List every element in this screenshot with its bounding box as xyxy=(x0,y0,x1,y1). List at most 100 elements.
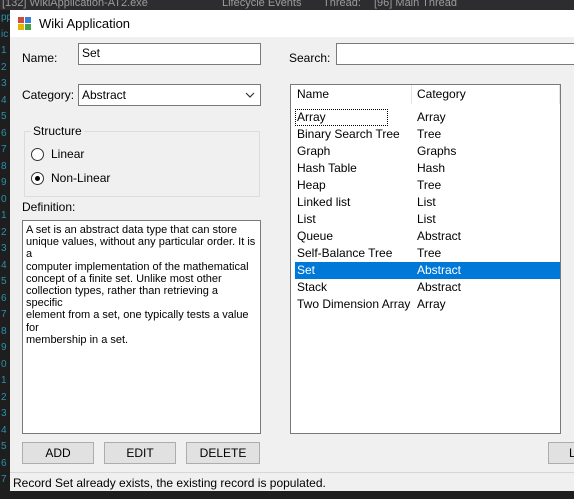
ide-line-number: 3 xyxy=(1,78,7,89)
radio-linear[interactable]: Linear xyxy=(29,146,179,162)
radio-linear-circle[interactable] xyxy=(31,148,44,161)
ide-line-number: 0 xyxy=(1,358,7,370)
ide-line-number: 4 xyxy=(1,94,7,106)
list-row[interactable]: Set Abstract xyxy=(295,262,560,279)
list-row[interactable]: Two Dimension Array Array xyxy=(291,296,560,313)
wiki-application-window: Wiki Application Name: Set Search: Categ… xyxy=(10,10,574,491)
list-row[interactable]: Graph Graphs xyxy=(291,143,560,160)
ide-line-number: 8 xyxy=(1,160,7,172)
cell-category: Abstract xyxy=(417,280,462,294)
cell-name: Hash Table xyxy=(297,161,357,175)
add-button[interactable]: ADD xyxy=(22,442,94,464)
ide-line-number: 6 xyxy=(1,127,7,139)
records-listview[interactable]: Name Category Array Array Binary Search Tr… xyxy=(290,84,561,434)
cell-category: Tree xyxy=(417,127,442,141)
cell-category: List xyxy=(417,212,436,226)
ide-line-number: 2 xyxy=(1,226,7,238)
category-label: Category: xyxy=(22,88,75,102)
ide-editor-strip xyxy=(0,491,574,499)
name-input[interactable]: Set xyxy=(78,43,261,65)
chevron-down-icon xyxy=(245,92,255,98)
ide-line-number: 8 xyxy=(1,325,7,337)
ide-line-number: 1 xyxy=(1,45,7,56)
ide-line-number: 7 xyxy=(1,144,7,155)
window-title: Wiki Application xyxy=(39,16,131,31)
ide-line-number: 1 xyxy=(1,210,7,221)
cell-name: Self-Balance Tree xyxy=(297,246,393,260)
cell-name: Array xyxy=(297,110,326,124)
column-separator[interactable] xyxy=(559,85,560,104)
cell-category: List xyxy=(417,195,436,209)
category-select[interactable]: Abstract xyxy=(78,84,261,106)
cell-category: Tree xyxy=(417,246,442,260)
ide-line-number: 3 xyxy=(1,408,7,419)
ide-line-number: 9 xyxy=(1,177,7,188)
ide-line-number: ic xyxy=(1,28,9,40)
list-row[interactable]: Array Array xyxy=(295,109,446,126)
ide-line-gutter: pp ic 1 2 3 4 5 6 7 8 9 0 1 2 3 4 5 6 7 8 9 0 1 2 3 4 5 6 7 xyxy=(0,10,10,499)
radio-linear-label: Linear xyxy=(51,147,85,161)
definition-label: Definition: xyxy=(22,200,76,214)
ide-line-number: 5 xyxy=(1,276,7,287)
cell-name: Queue xyxy=(297,229,334,243)
radio-non-linear-label: Non-Linear xyxy=(51,171,111,185)
ide-thread-label: Thread: xyxy=(323,0,361,9)
delete-button[interactable]: DELETE xyxy=(186,442,260,464)
cell-name: Heap xyxy=(297,178,326,192)
list-row[interactable]: Self-Balance Tree Tree xyxy=(291,245,560,262)
status-message: Record Set already exists, the existing … xyxy=(13,476,326,490)
cell-name: Stack xyxy=(297,280,328,294)
ide-line-number: 2 xyxy=(1,61,7,73)
title-bar[interactable]: Wiki Application xyxy=(10,10,574,37)
cell-name: Two Dimension Array xyxy=(297,297,411,311)
ide-line-number: 4 xyxy=(1,259,7,271)
cell-category: Abstract xyxy=(417,229,462,243)
list-row[interactable]: Linked list List xyxy=(291,194,560,211)
ide-line-number: 7 xyxy=(1,474,7,485)
structure-legend: Structure xyxy=(31,124,84,138)
cell-category: Hash xyxy=(417,161,446,175)
list-row[interactable]: Binary Search Tree Tree xyxy=(291,126,560,143)
radio-checked-dot xyxy=(35,176,40,181)
cell-name: Linked list xyxy=(297,195,351,209)
cell-name: Binary Search Tree xyxy=(297,127,400,141)
ide-line-number: 9 xyxy=(1,342,7,353)
status-bar: Record Set already exists, the existing … xyxy=(10,472,574,491)
list-row[interactable]: List List xyxy=(291,211,560,228)
radio-non-linear[interactable]: Non-Linear xyxy=(29,170,179,186)
column-header-name[interactable]: Name xyxy=(291,85,411,104)
search-input[interactable] xyxy=(336,43,574,65)
category-selected-value: Abstract xyxy=(82,88,127,102)
list-row[interactable]: Queue Abstract xyxy=(291,228,560,245)
cell-name: List xyxy=(297,212,316,226)
ide-line-number: 7 xyxy=(1,309,7,320)
ide-line-number: 3 xyxy=(1,243,7,254)
cell-category: Tree xyxy=(417,178,442,192)
list-row[interactable]: Heap Tree xyxy=(291,177,560,194)
definition-textarea[interactable]: A set is an abstract data type that can … xyxy=(22,220,261,434)
partial-button[interactable]: L xyxy=(548,442,574,464)
ide-thread-value[interactable]: [96] Main Thread xyxy=(374,0,457,9)
ide-line-number: 5 xyxy=(1,111,7,122)
cell-category: Graphs xyxy=(417,144,457,158)
ide-line-number: 6 xyxy=(1,292,7,304)
edit-button[interactable]: EDIT xyxy=(104,442,176,464)
cell-category: Array xyxy=(417,110,446,124)
cell-name: Set xyxy=(297,263,316,277)
list-header: Name Category xyxy=(291,85,560,104)
ide-line-number: 2 xyxy=(1,391,7,403)
list-row[interactable]: Stack Abstract xyxy=(291,279,560,296)
radio-non-linear-circle[interactable] xyxy=(31,172,44,185)
ide-line-number: 1 xyxy=(1,375,7,386)
cell-category: Array xyxy=(417,297,446,311)
ide-lifecycle-events[interactable]: Lifecycle Events xyxy=(222,0,301,9)
ide-process-tab[interactable]: [132] WikiApplication-AT2.exe xyxy=(2,0,148,9)
column-header-category[interactable]: Category xyxy=(411,85,560,104)
search-label: Search: xyxy=(289,51,331,65)
ide-line-number: 0 xyxy=(1,193,7,205)
cell-name: Graph xyxy=(297,144,331,158)
name-label: Name: xyxy=(22,51,58,65)
cell-category: Abstract xyxy=(417,263,462,277)
ide-line-number: pp xyxy=(1,12,10,23)
list-row[interactable]: Hash Table Hash xyxy=(291,160,560,177)
